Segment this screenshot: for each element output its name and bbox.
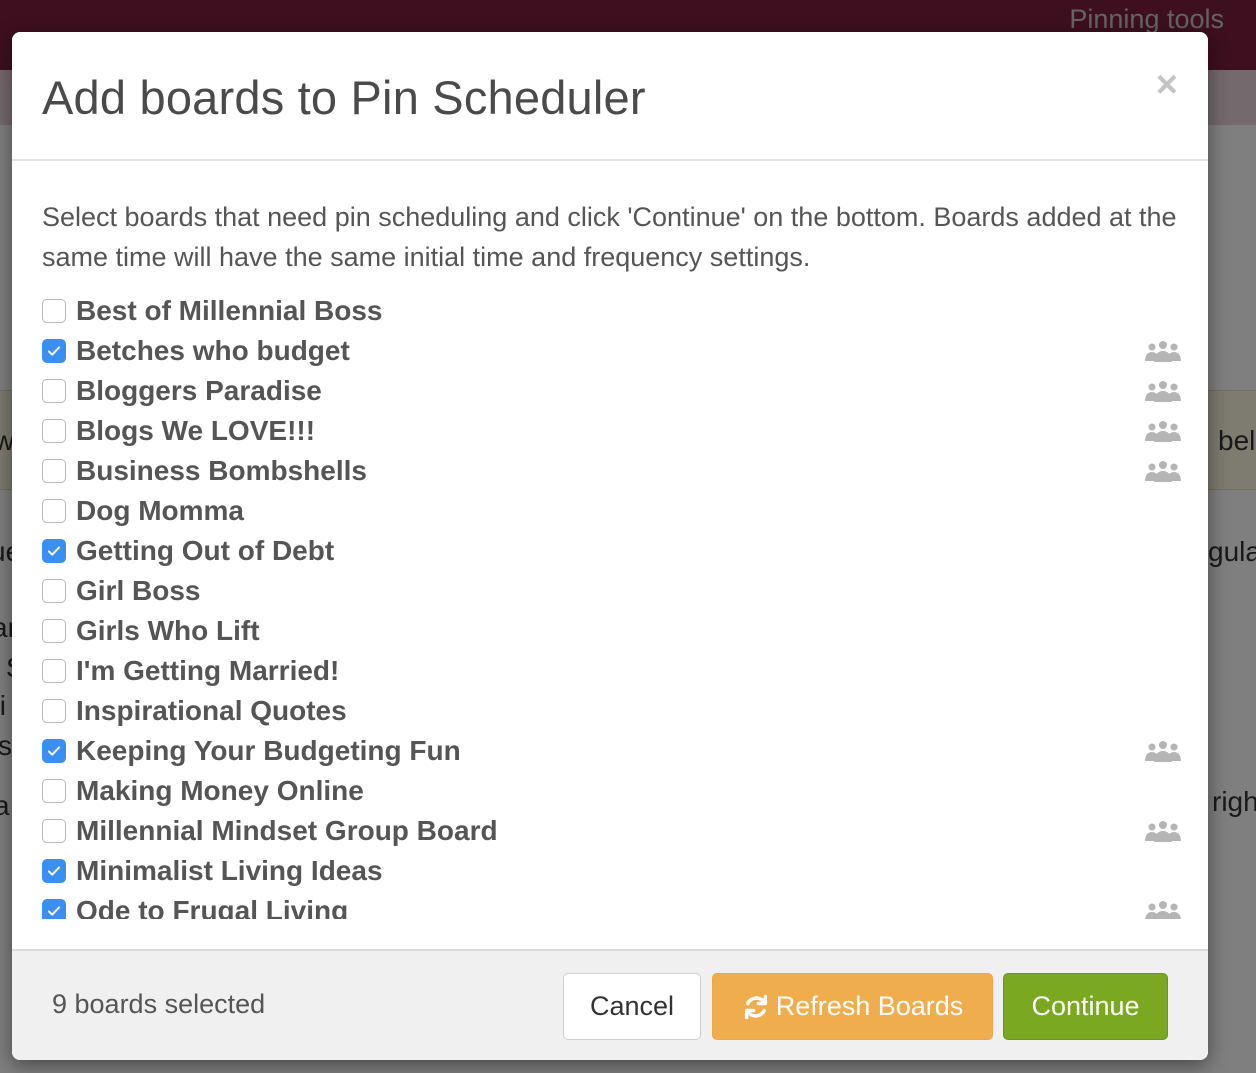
board-name[interactable]: Bloggers Paradise [76,375,322,407]
board-checkbox[interactable] [42,299,66,323]
checkmark-icon [48,866,60,876]
checkmark-icon [48,906,60,916]
selected-count: 9 boards selected [52,989,266,1019]
board-checkbox[interactable] [42,579,66,603]
board-name[interactable]: Ode to Frugal Living [76,895,348,919]
board-name[interactable]: I'm Getting Married! [76,655,339,687]
continue-button-label: Continue [1031,991,1140,1021]
board-checkbox[interactable] [42,659,66,683]
board-checkbox[interactable] [42,459,66,483]
board-row[interactable]: Millennial Mindset Group Board [42,811,1182,851]
modal-footer: 9 boards selected Cancel Refresh Boards … [12,949,1208,1060]
board-checkbox[interactable] [42,819,66,843]
group-board-icon [1144,899,1182,919]
board-name[interactable]: Betches who budget [76,335,350,367]
group-board-icon [1144,459,1182,483]
board-name[interactable]: Girl Boss [76,575,200,607]
board-name[interactable]: Inspirational Quotes [76,695,347,727]
board-name[interactable]: Getting Out of Debt [76,535,334,567]
modal-title: Add boards to Pin Scheduler [42,71,646,124]
board-row[interactable]: Betches who budget [42,331,1182,371]
board-name[interactable]: Best of Millennial Boss [76,295,383,327]
board-name[interactable]: Blogs We LOVE!!! [76,415,315,447]
group-board-icon [1144,419,1182,443]
board-checkbox[interactable] [42,499,66,523]
board-row[interactable]: Girl Boss [42,571,1182,611]
cancel-button-label: Cancel [589,991,675,1021]
board-name[interactable]: Business Bombshells [76,455,367,487]
group-board-icon [1144,819,1182,843]
board-checkbox[interactable] [42,899,66,919]
add-boards-modal: Add boards to Pin Scheduler × Select boa… [12,32,1208,1060]
board-list[interactable]: Best of Millennial Boss Betches who budge… [42,291,1182,919]
board-row[interactable]: Blogs We LOVE!!! [42,411,1182,451]
checkmark-icon [48,346,60,356]
board-checkbox[interactable] [42,739,66,763]
cancel-button[interactable]: Cancel [563,973,701,1040]
intro-text: Select boards that need pin scheduling a… [42,202,1177,272]
board-checkbox[interactable] [42,619,66,643]
board-checkbox[interactable] [42,339,66,363]
close-icon[interactable]: × [1156,66,1178,104]
refresh-boards-button[interactable]: Refresh Boards [712,973,993,1040]
board-row[interactable]: Bloggers Paradise [42,371,1182,411]
board-row[interactable]: Business Bombshells [42,451,1182,491]
board-name[interactable]: Millennial Mindset Group Board [76,815,498,847]
board-checkbox[interactable] [42,419,66,443]
continue-button[interactable]: Continue [1003,973,1168,1040]
checkmark-icon [48,546,60,556]
board-row[interactable]: Keeping Your Budgeting Fun [42,731,1182,771]
board-name[interactable]: Girls Who Lift [76,615,260,647]
board-name[interactable]: Keeping Your Budgeting Fun [76,735,461,767]
modal-body: Select boards that need pin scheduling a… [12,161,1208,951]
board-checkbox[interactable] [42,379,66,403]
checkmark-icon [48,746,60,756]
board-row[interactable]: Dog Momma [42,491,1182,531]
board-name[interactable]: Minimalist Living Ideas [76,855,383,887]
board-row[interactable]: I'm Getting Married! [42,651,1182,691]
board-name[interactable]: Making Money Online [76,775,364,807]
board-row[interactable]: Girls Who Lift [42,611,1182,651]
board-row[interactable]: Ode to Frugal Living [42,891,1182,919]
board-checkbox[interactable] [42,859,66,883]
board-checkbox[interactable] [42,699,66,723]
board-row[interactable]: Getting Out of Debt [42,531,1182,571]
modal-header: Add boards to Pin Scheduler × [12,32,1208,161]
board-row[interactable]: Minimalist Living Ideas [42,851,1182,891]
group-board-icon [1144,339,1182,363]
refresh-boards-label: Refresh Boards [775,991,964,1021]
board-row[interactable]: Best of Millennial Boss [42,291,1182,331]
group-board-icon [1144,739,1182,763]
board-checkbox[interactable] [42,539,66,563]
refresh-icon [744,994,767,1019]
board-name[interactable]: Dog Momma [76,495,244,527]
group-board-icon [1144,379,1182,403]
board-row[interactable]: Inspirational Quotes [42,691,1182,731]
board-row[interactable]: Making Money Online [42,771,1182,811]
board-checkbox[interactable] [42,779,66,803]
